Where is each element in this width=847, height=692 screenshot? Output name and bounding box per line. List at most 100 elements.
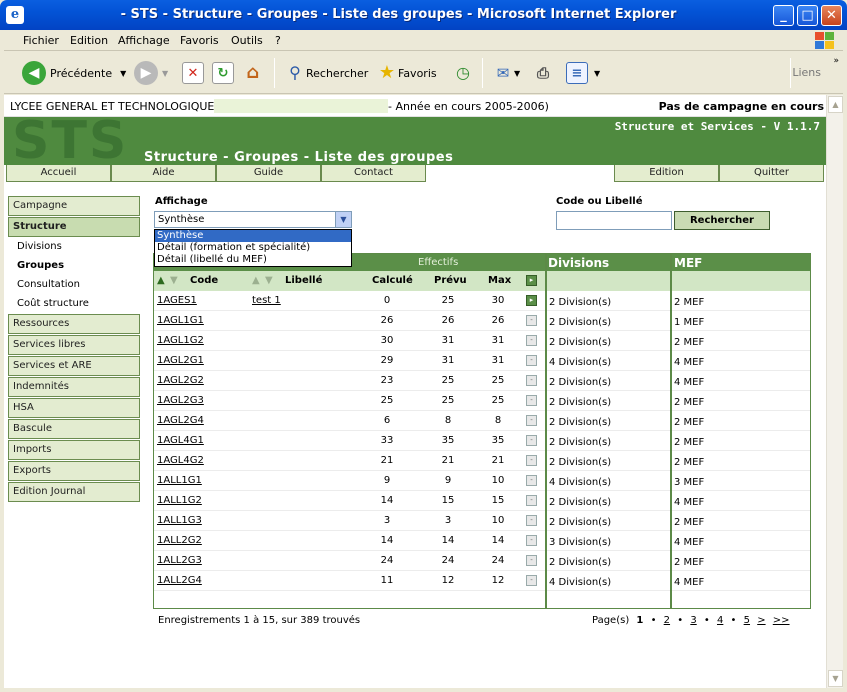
tab-accueil[interactable]: Accueil	[6, 165, 111, 182]
page-5[interactable]: 5	[744, 615, 750, 626]
group-code-link[interactable]: 1ALL2G4	[157, 575, 202, 586]
sidebar-item-hsa[interactable]: HSA	[8, 398, 140, 418]
tab-quitter[interactable]: Quitter	[719, 165, 824, 182]
group-code-link[interactable]: 1AGL2G3	[157, 395, 204, 406]
menu-edition[interactable]: Edition	[70, 34, 108, 47]
row-detail-icon[interactable]: -	[526, 415, 537, 426]
group-code-link[interactable]: 1AGL1G2	[157, 335, 204, 346]
minimize-button[interactable]: _	[773, 5, 794, 26]
maximize-button[interactable]: □	[797, 5, 818, 26]
page-last[interactable]: >>	[773, 615, 790, 626]
page-3[interactable]: 3	[690, 615, 696, 626]
row-detail-icon[interactable]: -	[526, 495, 537, 506]
mail-button[interactable]: ✉ ▼	[492, 59, 520, 87]
menu-fichier[interactable]: Fichier	[23, 34, 59, 47]
edit-button[interactable]: ≡ ▼	[566, 59, 600, 87]
code-libelle-input[interactable]	[556, 211, 672, 230]
scroll-up-icon[interactable]: ▲	[828, 96, 843, 113]
dropdown-arrow-icon[interactable]: ▼	[162, 69, 168, 78]
option-synthese[interactable]: Synthèse	[155, 230, 351, 242]
tab-edition[interactable]: Edition	[614, 165, 719, 182]
row-detail-icon[interactable]: -	[526, 455, 537, 466]
print-button[interactable]: ⎙	[532, 59, 554, 87]
rechercher-button[interactable]: Rechercher	[674, 211, 770, 230]
chevron-right-icon[interactable]: »	[833, 56, 839, 66]
row-detail-icon[interactable]: -	[526, 575, 537, 586]
back-button[interactable]: ◀ Précédente ▼	[22, 59, 126, 87]
group-code-link[interactable]: 1AGL2G2	[157, 375, 204, 386]
menu-outils[interactable]: Outils	[231, 34, 263, 47]
dropdown-arrow-icon[interactable]: ▼	[120, 69, 126, 78]
sidebar-sub-divisions[interactable]: Divisions	[17, 241, 62, 252]
sidebar-item-imports[interactable]: Imports	[8, 440, 140, 460]
stop-button[interactable]: ✕	[182, 59, 204, 87]
sidebar-item-edition-journal[interactable]: Edition Journal	[8, 482, 140, 502]
page-4[interactable]: 4	[717, 615, 723, 626]
sidebar-item-exports[interactable]: Exports	[8, 461, 140, 481]
sidebar-sub-consultation[interactable]: Consultation	[17, 279, 80, 290]
close-button[interactable]: ✕	[821, 5, 842, 26]
group-code-link[interactable]: 1AGL1G1	[157, 315, 204, 326]
history-button[interactable]: ◷	[452, 59, 474, 87]
sidebar-item-indemnites[interactable]: Indemnités	[8, 377, 140, 397]
row-detail-icon[interactable]: -	[526, 475, 537, 486]
menu-favoris[interactable]: Favoris	[180, 34, 219, 47]
search-button[interactable]: ⚲ Rechercher	[284, 59, 368, 87]
group-code-link[interactable]: 1AGL2G4	[157, 415, 204, 426]
menu-affichage[interactable]: Affichage	[118, 34, 170, 47]
sidebar-sub-groupes[interactable]: Groupes	[17, 260, 64, 271]
group-libelle-link[interactable]: test 1	[252, 295, 281, 306]
sort-asc-icon[interactable]: ▲	[157, 275, 165, 286]
row-detail-icon[interactable]: -	[526, 555, 537, 566]
favorites-button[interactable]: ★ Favoris	[376, 59, 437, 87]
home-button[interactable]: ⌂	[242, 59, 264, 87]
sidebar-item-campagne[interactable]: Campagne	[8, 196, 140, 216]
row-detail-icon[interactable]: -	[526, 515, 537, 526]
sort-desc-icon[interactable]: ▼	[170, 275, 178, 286]
forward-button[interactable]: ▶ ▼	[134, 59, 168, 87]
col-libelle[interactable]: Libellé	[285, 275, 322, 286]
vertical-scrollbar[interactable]: ▲ ▼	[826, 95, 843, 688]
group-code-link[interactable]: 1AGL4G2	[157, 455, 204, 466]
group-code-link[interactable]: 1ALL2G3	[157, 555, 202, 566]
page-next[interactable]: >	[757, 615, 765, 626]
row-detail-icon[interactable]: -	[526, 395, 537, 406]
row-detail-icon[interactable]: -	[526, 535, 537, 546]
tab-guide[interactable]: Guide	[216, 165, 321, 182]
affichage-select[interactable]: Synthèse ▼	[154, 211, 352, 228]
row-detail-icon[interactable]: -	[526, 355, 537, 366]
sidebar-item-services-are[interactable]: Services et ARE	[8, 356, 140, 376]
row-detail-icon[interactable]: -	[526, 375, 537, 386]
sidebar-item-ressources[interactable]: Ressources	[8, 314, 140, 334]
sidebar-item-bascule[interactable]: Bascule	[8, 419, 140, 439]
row-detail-icon[interactable]: -	[526, 435, 537, 446]
dropdown-arrow-icon[interactable]: ▼	[594, 69, 600, 78]
sort-asc-icon[interactable]: ▲	[252, 275, 260, 286]
group-code-link[interactable]: 1ALL2G2	[157, 535, 202, 546]
links-label[interactable]: Liens	[792, 66, 821, 79]
group-code-link[interactable]: 1ALL1G2	[157, 495, 202, 506]
group-code-link[interactable]: 1ALL1G3	[157, 515, 202, 526]
page-1[interactable]: 1	[636, 615, 643, 626]
chevron-down-icon[interactable]: ▼	[335, 212, 351, 227]
option-detail-formation[interactable]: Détail (formation et spécialité)	[155, 242, 351, 254]
refresh-button[interactable]: ↻	[212, 59, 234, 87]
group-code-link[interactable]: 1AGL4G1	[157, 435, 204, 446]
sidebar-item-services-libres[interactable]: Services libres	[8, 335, 140, 355]
scroll-down-icon[interactable]: ▼	[828, 670, 843, 687]
col-code[interactable]: Code	[190, 275, 218, 286]
group-code-link[interactable]: 1ALL1G1	[157, 475, 202, 486]
sidebar-sub-cout-structure[interactable]: Coût structure	[17, 298, 89, 309]
expand-all-icon[interactable]: ▸	[526, 275, 537, 286]
group-code-link[interactable]: 1AGES1	[157, 295, 197, 306]
option-detail-mef[interactable]: Détail (libellé du MEF)	[155, 254, 351, 266]
tab-contact[interactable]: Contact	[321, 165, 426, 182]
sort-desc-icon[interactable]: ▼	[265, 275, 273, 286]
dropdown-arrow-icon[interactable]: ▼	[514, 69, 520, 78]
row-detail-icon[interactable]: -	[526, 315, 537, 326]
sidebar-item-structure[interactable]: Structure	[8, 217, 140, 237]
menu-help[interactable]: ?	[275, 34, 281, 47]
row-detail-icon[interactable]: ▸	[526, 295, 537, 306]
row-detail-icon[interactable]: -	[526, 335, 537, 346]
group-code-link[interactable]: 1AGL2G1	[157, 355, 204, 366]
